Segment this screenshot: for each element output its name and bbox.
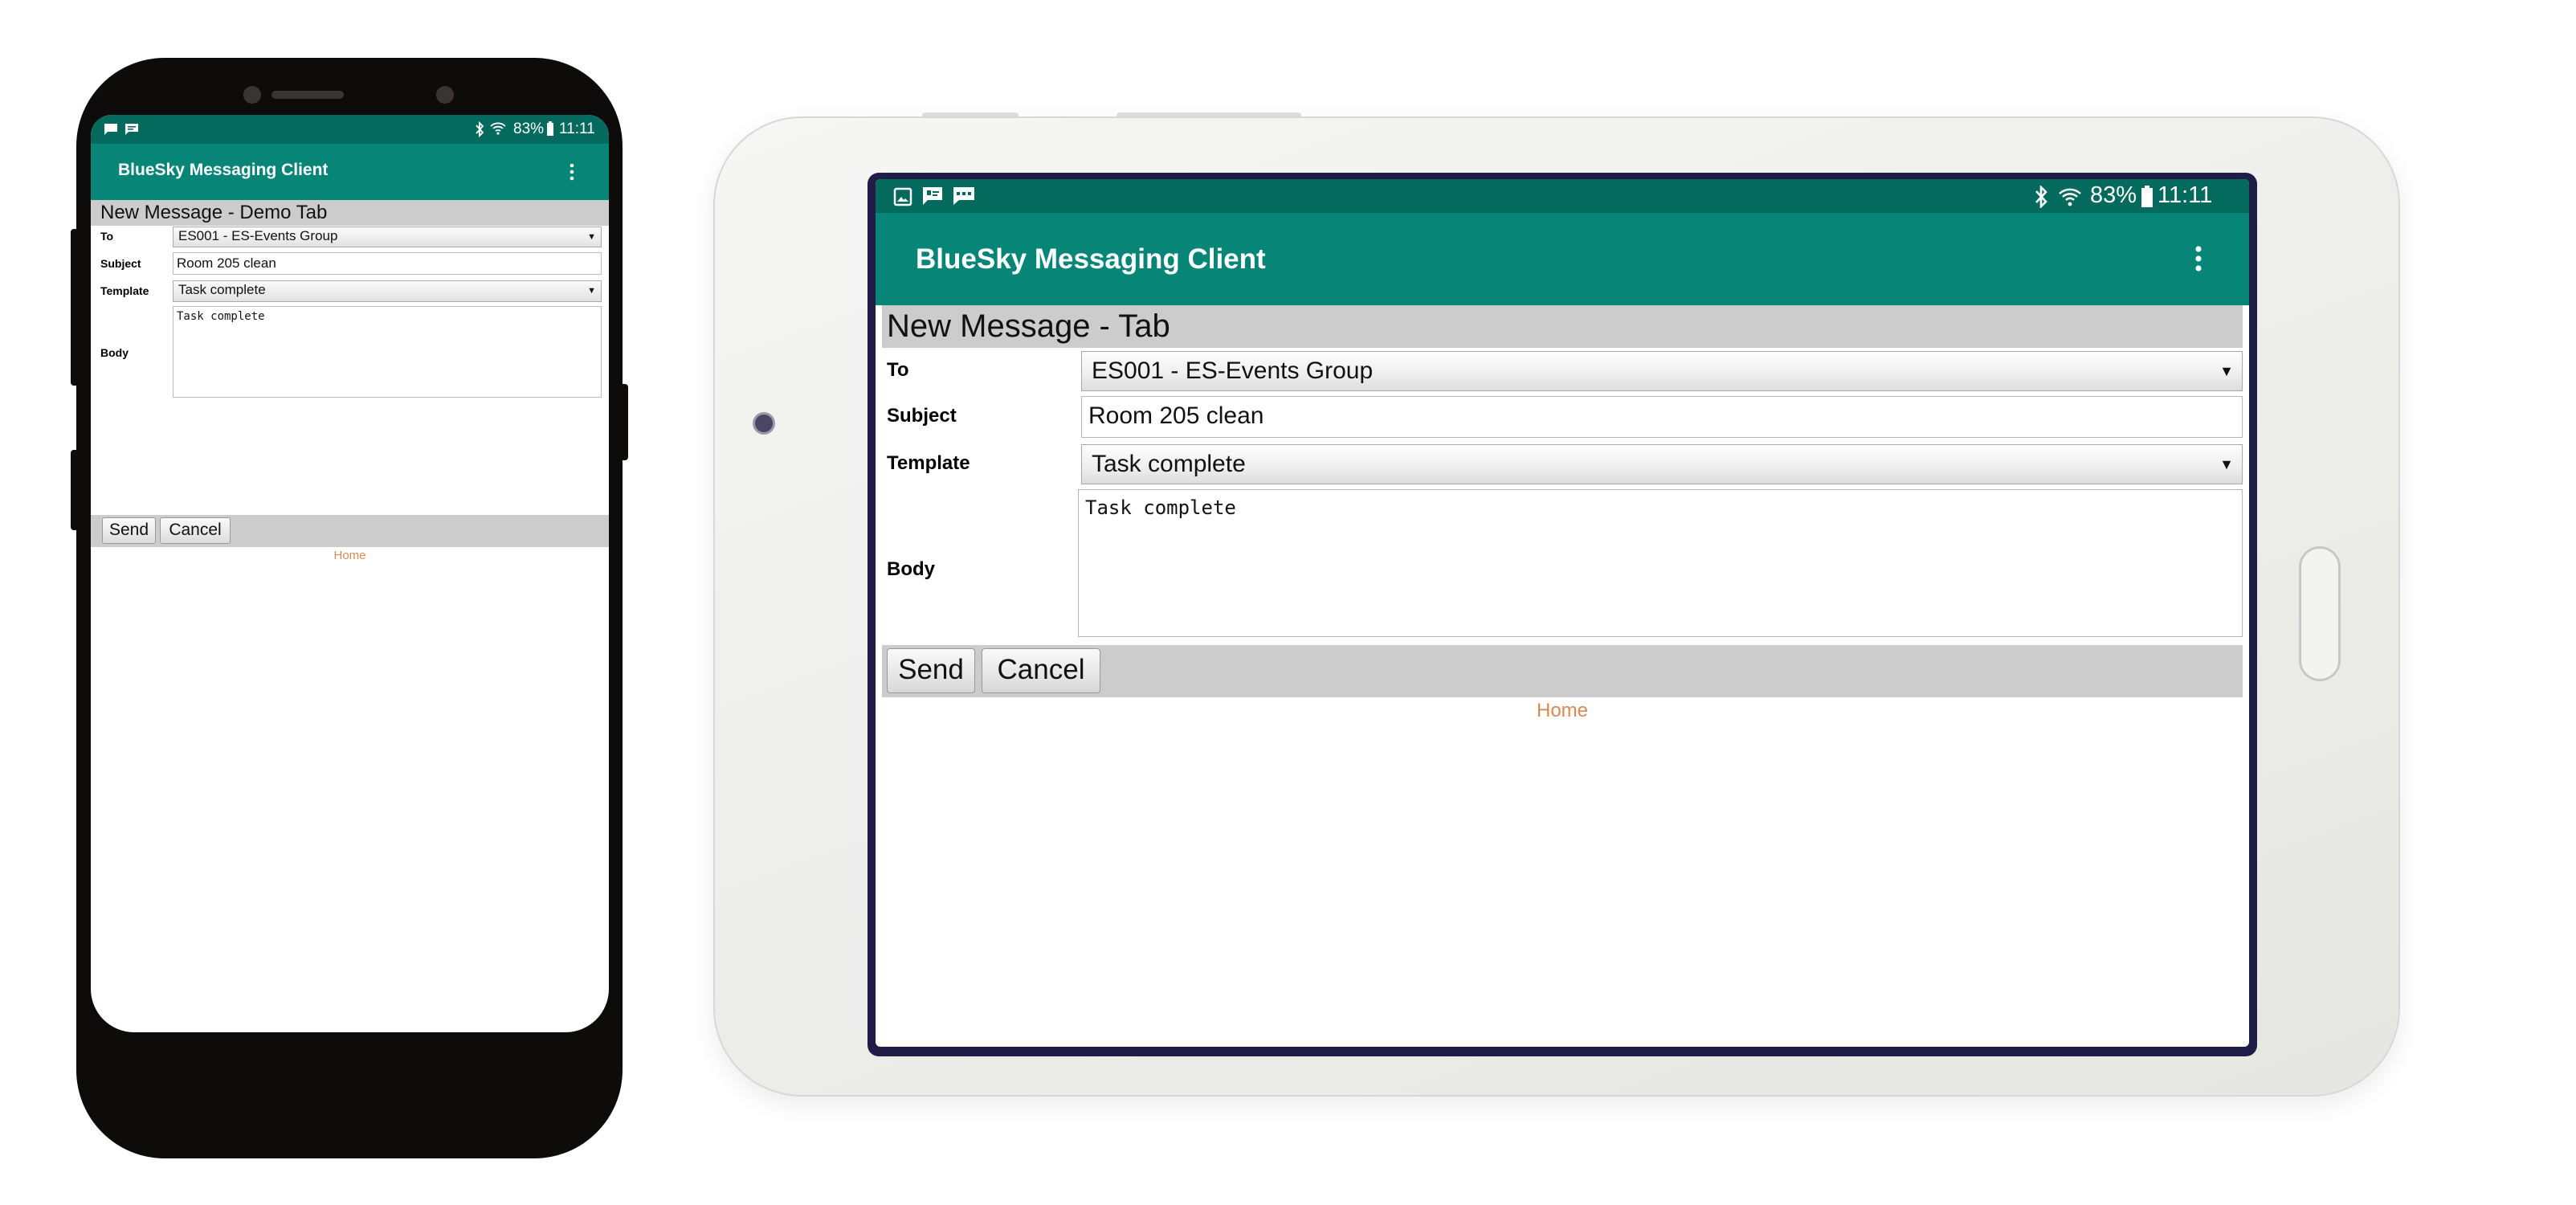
to-select-value: ES001 - ES-Events Group — [1092, 357, 1374, 384]
chevron-down-icon: ▼ — [587, 286, 596, 296]
battery-icon — [547, 121, 553, 136]
message-icon — [104, 124, 117, 135]
home-link[interactable]: Home — [91, 549, 609, 562]
subject-label: Subject — [100, 257, 141, 270]
template-select-value: Task complete — [178, 282, 266, 297]
app-title: BlueSky Messaging Client — [916, 243, 1266, 275]
battery-icon — [2141, 186, 2153, 207]
phone-screen: 83% 11:11 BlueSky Messaging Client New M… — [91, 115, 609, 1032]
image-icon — [893, 187, 912, 206]
tablet-status-bar: 83% 11:11 — [876, 179, 2249, 213]
to-label: To — [887, 359, 909, 381]
bluetooth-icon — [476, 121, 484, 137]
status-time: 11:11 — [559, 120, 595, 137]
template-label: Template — [887, 452, 970, 474]
subject-input[interactable]: Room 205 clean — [1081, 396, 2243, 438]
chevron-down-icon: ▼ — [587, 232, 596, 242]
to-select[interactable]: ES001 - ES-Events Group ▼ — [1081, 351, 2243, 391]
body-textarea[interactable]: Task complete — [1078, 489, 2243, 637]
chevron-down-icon: ▼ — [2219, 363, 2234, 379]
subject-input[interactable]: Room 205 clean — [173, 252, 602, 275]
template-label: Template — [100, 284, 149, 297]
wifi-icon — [490, 122, 506, 135]
to-select-value: ES001 - ES-Events Group — [178, 228, 338, 243]
cancel-button[interactable]: Cancel — [982, 648, 1100, 693]
send-button[interactable]: Send — [887, 648, 975, 693]
phone-sensor-icon — [436, 86, 454, 104]
wifi-icon — [2059, 188, 2081, 206]
chevron-down-icon: ▼ — [2219, 456, 2234, 472]
battery-percent: 83% — [513, 120, 545, 137]
bluetooth-icon — [2035, 186, 2047, 208]
template-select[interactable]: Task complete ▼ — [173, 280, 602, 302]
subject-label: Subject — [887, 405, 957, 427]
to-label: To — [100, 230, 114, 243]
overflow-menu-icon[interactable] — [2194, 245, 2203, 272]
cancel-button[interactable]: Cancel — [160, 517, 231, 544]
template-select[interactable]: Task complete ▼ — [1081, 444, 2243, 484]
page-title: New Message - Tab — [882, 305, 2243, 348]
body-textarea[interactable]: Task complete — [173, 306, 602, 398]
phone-front-camera-icon — [243, 86, 261, 104]
phone-speaker — [271, 91, 344, 99]
send-button[interactable]: Send — [102, 517, 156, 544]
tablet-app-bar: BlueSky Messaging Client — [876, 213, 2249, 305]
to-select[interactable]: ES001 - ES-Events Group ▼ — [173, 227, 602, 247]
page-title: New Message - Demo Tab — [91, 200, 609, 226]
template-select-value: Task complete — [1092, 451, 1246, 477]
phone-app-bar: BlueSky Messaging Client — [91, 144, 609, 200]
contact-icon — [923, 187, 942, 205]
body-label: Body — [887, 558, 935, 580]
app-title: BlueSky Messaging Client — [118, 161, 329, 179]
tablet-home-button — [2299, 546, 2341, 681]
phone-status-bar: 83% 11:11 — [91, 115, 609, 144]
status-time: 11:11 — [2158, 182, 2213, 208]
chat-icon — [125, 124, 138, 135]
battery-percent: 83% — [2090, 182, 2137, 208]
tablet-screen: 83% 11:11 BlueSky Messaging Client New M… — [876, 179, 2249, 1047]
sms-icon — [953, 187, 974, 205]
overflow-menu-icon[interactable] — [569, 163, 575, 181]
tablet-camera-icon — [753, 412, 775, 435]
home-link[interactable]: Home — [876, 700, 2249, 722]
body-label: Body — [100, 346, 129, 359]
